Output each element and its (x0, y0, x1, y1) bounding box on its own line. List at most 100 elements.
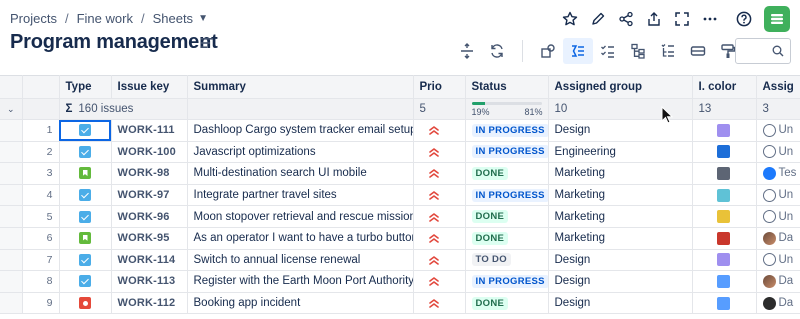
table-row[interactable]: 5 WORK-96 Moon stopover retrieval and re… (0, 205, 800, 228)
type-cell[interactable] (59, 119, 112, 142)
assignee-cell[interactable]: Un (756, 205, 800, 228)
breadcrumb-projects[interactable]: Projects (10, 11, 57, 26)
prio-cell[interactable] (413, 205, 466, 228)
row-gutter[interactable] (0, 270, 23, 293)
issue-summary[interactable]: As an operator I want to have a turbo bu… (187, 227, 414, 250)
search-input[interactable] (735, 38, 791, 64)
type-cell[interactable] (59, 162, 112, 185)
export-icon[interactable] (640, 6, 668, 32)
row-gutter[interactable] (0, 162, 23, 185)
status-cell[interactable]: TO DO (465, 249, 549, 272)
issue-color-cell[interactable] (692, 292, 757, 315)
status-cell[interactable]: DONE (465, 292, 549, 315)
column-header-prio[interactable]: Prio (413, 75, 466, 99)
type-cell[interactable] (59, 141, 112, 164)
prio-cell[interactable] (413, 227, 466, 250)
issue-color-cell[interactable] (692, 270, 757, 293)
edit-icon[interactable] (584, 6, 612, 32)
row-gutter[interactable] (0, 227, 23, 250)
tree-checklist-icon[interactable] (653, 38, 683, 64)
issue-color-cell[interactable] (692, 184, 757, 207)
issue-key[interactable]: WORK-113 (111, 270, 188, 293)
issue-summary[interactable]: Integrate partner travel sites (187, 184, 414, 207)
column-header-summary[interactable]: Summary (187, 75, 414, 99)
type-cell[interactable] (59, 270, 112, 293)
column-header-assigned-group[interactable]: Assigned group (548, 75, 693, 99)
issue-color-cell[interactable] (692, 141, 757, 164)
assigned-group[interactable]: Design (548, 292, 693, 315)
assignee-cell[interactable]: Da (756, 292, 800, 315)
chevron-down-icon[interactable]: ▼ (198, 13, 208, 24)
prio-cell[interactable] (413, 184, 466, 207)
assignee-cell[interactable]: Tes (756, 162, 800, 185)
row-gutter[interactable] (0, 292, 23, 315)
prio-cell[interactable] (413, 141, 466, 164)
column-header-status[interactable]: Status (465, 75, 549, 99)
prio-cell[interactable] (413, 119, 466, 142)
row-gutter[interactable] (0, 249, 23, 272)
breadcrumb-fine-work[interactable]: Fine work (77, 11, 133, 26)
table-row[interactable]: 8 WORK-113 Register with the Earth Moon … (0, 270, 800, 293)
prio-cell[interactable] (413, 249, 466, 272)
issue-summary[interactable]: Switch to annual license renewal (187, 249, 414, 272)
collapse-toggle[interactable]: ⌄ (0, 98, 23, 120)
table-row[interactable]: 1 WORK-111 Dashloop Cargo system tracker… (0, 119, 800, 142)
prio-cell[interactable] (413, 270, 466, 293)
assigned-group[interactable]: Marketing (548, 205, 693, 228)
prio-cell[interactable] (413, 162, 466, 185)
type-cell[interactable] (59, 227, 112, 250)
table-row[interactable]: 3 WORK-98 Multi-destination search UI mo… (0, 162, 800, 185)
column-header-assignee[interactable]: Assig (756, 75, 800, 99)
table-row[interactable]: 4 WORK-97 Integrate partner travel sites… (0, 184, 800, 207)
table-row[interactable]: 6 WORK-95 As an operator I want to have … (0, 227, 800, 250)
checklist-icon[interactable] (593, 38, 623, 64)
issue-summary[interactable]: Multi-destination search UI mobile (187, 162, 414, 185)
assigned-group[interactable]: Marketing (548, 184, 693, 207)
row-height-icon[interactable] (452, 38, 482, 64)
assigned-group[interactable]: Engineering (548, 141, 693, 164)
status-cell[interactable]: IN PROGRESS (465, 141, 549, 164)
column-header-type[interactable]: Type (59, 75, 112, 99)
status-cell[interactable]: DONE (465, 162, 549, 185)
row-gutter[interactable] (0, 205, 23, 228)
issue-summary[interactable]: Dashloop Cargo system tracker email setu… (187, 119, 414, 142)
issue-key[interactable]: WORK-114 (111, 249, 188, 272)
hierarchy-icon[interactable] (623, 38, 653, 64)
issue-key[interactable]: WORK-97 (111, 184, 188, 207)
issue-key[interactable]: WORK-98 (111, 162, 188, 185)
issue-summary[interactable]: Javascript optimizations (187, 141, 414, 164)
issue-summary[interactable]: Register with the Earth Moon Port Author… (187, 270, 414, 293)
fullscreen-icon[interactable] (668, 6, 696, 32)
assignee-cell[interactable]: Da (756, 227, 800, 250)
assignee-cell[interactable]: Un (756, 119, 800, 142)
issue-color-cell[interactable] (692, 119, 757, 142)
app-logo-icon[interactable] (764, 6, 790, 32)
card-view-icon[interactable] (683, 38, 713, 64)
issue-types-icon[interactable] (533, 38, 563, 64)
assignee-cell[interactable]: Un (756, 249, 800, 272)
column-header-issue-key[interactable]: Issue key (111, 75, 188, 99)
issue-color-cell[interactable] (692, 249, 757, 272)
status-cell[interactable]: DONE (465, 227, 549, 250)
row-gutter[interactable] (0, 141, 23, 164)
share-icon[interactable] (612, 6, 640, 32)
status-cell[interactable]: DONE (465, 205, 549, 228)
issue-key[interactable]: WORK-100 (111, 141, 188, 164)
row-gutter[interactable] (0, 184, 23, 207)
issue-key[interactable]: WORK-111 (111, 119, 188, 142)
assignee-cell[interactable]: Da (756, 270, 800, 293)
column-header-issue-color[interactable]: I. color (692, 75, 757, 99)
issue-summary[interactable]: Moon stopover retrieval and rescue missi… (187, 205, 414, 228)
assigned-group[interactable]: Design (548, 270, 693, 293)
issue-color-cell[interactable] (692, 205, 757, 228)
type-cell[interactable] (59, 205, 112, 228)
table-row[interactable]: 2 WORK-100 Javascript optimizations IN P… (0, 141, 800, 164)
assigned-group[interactable]: Marketing (548, 162, 693, 185)
assignee-cell[interactable]: Un (756, 184, 800, 207)
status-cell[interactable]: IN PROGRESS (465, 184, 549, 207)
assigned-group[interactable]: Design (548, 249, 693, 272)
title-menu-icon[interactable] (201, 37, 213, 49)
help-icon[interactable] (730, 6, 758, 32)
issue-color-cell[interactable] (692, 162, 757, 185)
issue-key[interactable]: WORK-96 (111, 205, 188, 228)
